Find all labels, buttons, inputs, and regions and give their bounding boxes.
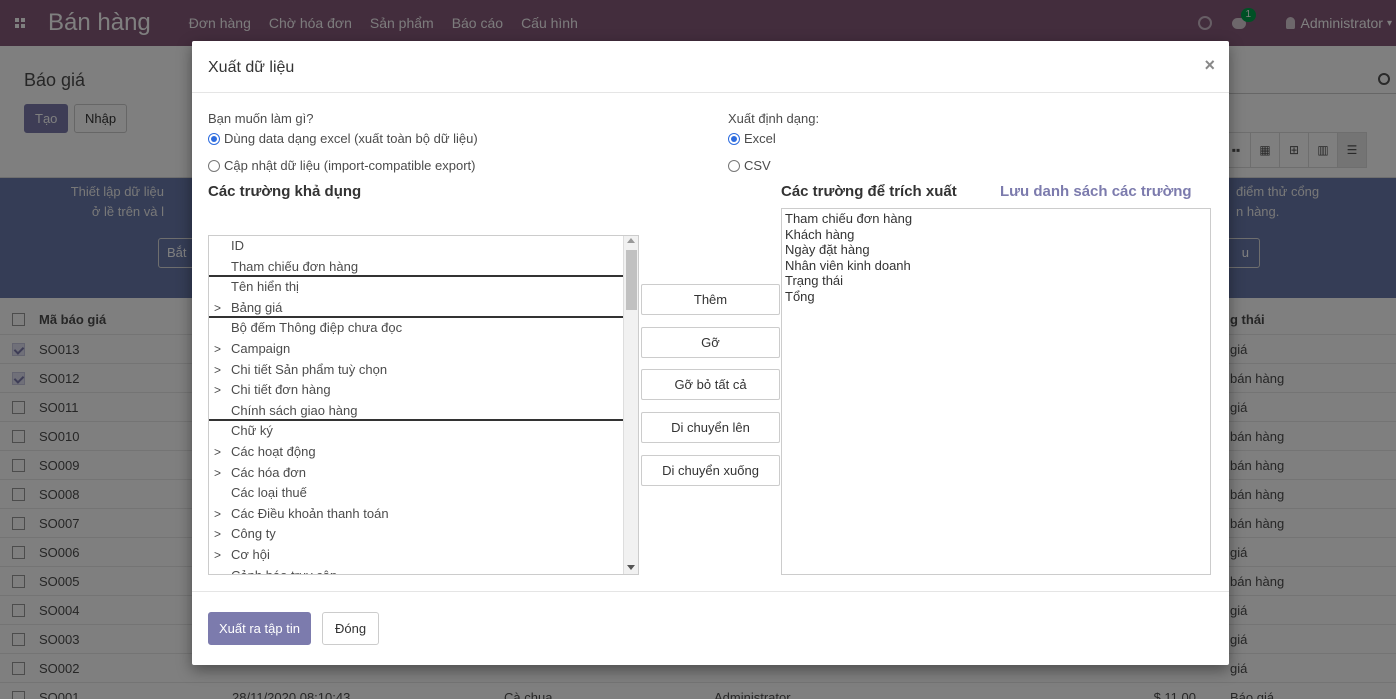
close-button[interactable]: Đóng [322, 612, 380, 645]
field-label: Các loại thuế [231, 485, 307, 501]
field-label: Chi tiết Sản phẩm tuỳ chọn [231, 361, 388, 377]
move-up-button[interactable]: Di chuyển lên [641, 412, 780, 443]
field-label: Cảnh báo truy cập [231, 567, 338, 575]
chevron-right-icon[interactable]: > [214, 380, 221, 401]
chevron-right-icon[interactable]: > [214, 442, 221, 463]
field-label: Chính sách giao hàng [231, 402, 358, 418]
list-item[interactable]: Bộ đếm Thông điệp chưa đọc [209, 318, 623, 339]
available-fields-list[interactable]: ID Tham chiếu đơn hàng Tên hiển thị > Bảng g… [208, 235, 639, 575]
field-label: Các Điều khoản thanh toán [231, 505, 389, 521]
radio-button[interactable] [728, 159, 740, 172]
scrollbar[interactable] [623, 236, 638, 574]
export-fields-list[interactable]: Tham chiếu đơn hàng Khách hàng Ngày đặt hà… [781, 208, 1211, 575]
field-label: Công ty [231, 526, 276, 542]
list-item[interactable]: Các loại thuế [209, 483, 623, 504]
remove-all-button[interactable]: Gỡ bỏ tất cả [641, 369, 780, 400]
field-label: Bộ đếm Thông điệp chưa đọc [231, 320, 403, 336]
scroll-thumb[interactable] [626, 250, 637, 310]
available-fields-title: Các trường khả dụng [208, 183, 362, 200]
list-item[interactable]: Nhân viên kinh doanh [785, 258, 1207, 274]
list-item[interactable]: Tham chiếu đơn hàng [209, 257, 623, 278]
field-label: ID [231, 238, 244, 253]
chevron-right-icon[interactable]: > [214, 504, 221, 525]
export-to-file-button[interactable]: Xuất ra tập tin [208, 612, 311, 645]
field-label: Campaign [231, 340, 291, 356]
remove-field-button[interactable]: Gỡ [641, 327, 780, 358]
list-item[interactable]: > Chi tiết đơn hàng [209, 380, 623, 401]
chevron-right-icon[interactable]: > [214, 339, 221, 360]
list-item[interactable]: > Các hoạt động [209, 442, 623, 463]
field-label: Tên hiển thị [231, 279, 299, 295]
chevron-right-icon[interactable]: > [214, 298, 221, 319]
field-label: Các hoạt động [231, 443, 316, 459]
field-label: Chữ ký [231, 423, 273, 439]
close-icon[interactable]: × [1204, 55, 1215, 76]
list-item[interactable]: > Các hóa đơn [209, 463, 623, 484]
modal-title: Xuất dữ liệu [208, 59, 295, 76]
scroll-up-icon[interactable] [627, 238, 635, 243]
chevron-right-icon[interactable]: > [214, 545, 221, 566]
modal-footer: Xuất ra tập tin Đóng [192, 591, 1229, 665]
move-down-button[interactable]: Di chuyển xuống [641, 455, 780, 486]
list-item[interactable]: > Chi tiết Sản phẩm tuỳ chọn [209, 360, 623, 381]
radio-button[interactable] [208, 132, 220, 145]
field-label: Chi tiết đơn hàng [231, 382, 331, 398]
radio-excel-data[interactable]: Dùng data dạng excel (xuất toàn bộ dữ li… [208, 131, 478, 146]
chevron-right-icon[interactable]: > [214, 360, 221, 381]
export-question: Bạn muốn làm gì? [208, 111, 314, 126]
list-item[interactable]: > Bảng giá [209, 298, 623, 319]
list-item[interactable]: Tên hiển thị [209, 277, 623, 298]
radio-button[interactable] [208, 159, 220, 172]
export-data-dialog: Xuất dữ liệu × Bạn muốn làm gì? Dùng dat… [192, 41, 1229, 665]
format-label: Xuất định dạng: [728, 111, 820, 126]
radio-button[interactable] [728, 132, 740, 145]
list-item[interactable]: Chữ ký [209, 421, 623, 442]
list-item[interactable]: > Campaign [209, 339, 623, 360]
list-item[interactable]: ID [209, 236, 623, 257]
list-item[interactable]: Chính sách giao hàng [209, 401, 623, 422]
field-label: Cơ hội [231, 546, 270, 562]
save-field-list-link[interactable]: Lưu danh sách các trường [1000, 183, 1192, 200]
export-fields-title: Các trường để trích xuất [781, 183, 957, 200]
scroll-down-icon[interactable] [627, 565, 635, 570]
list-item[interactable]: Trạng thái [785, 273, 1207, 289]
list-item[interactable]: Tham chiếu đơn hàng [785, 211, 1207, 227]
field-label: Tham chiếu đơn hàng [231, 258, 359, 274]
radio-format-csv[interactable]: CSV [728, 158, 771, 173]
list-item[interactable]: Ngày đặt hàng [785, 242, 1207, 258]
list-item[interactable]: > Cơ hội [209, 545, 623, 566]
radio-import-compatible[interactable]: Cập nhật dữ liệu (import-compatible expo… [208, 158, 475, 173]
chevron-right-icon[interactable]: > [214, 463, 221, 484]
chevron-right-icon[interactable]: > [214, 524, 221, 545]
list-item[interactable]: Tổng [785, 289, 1207, 305]
list-item[interactable]: Khách hàng [785, 227, 1207, 243]
modal-header: Xuất dữ liệu × [192, 41, 1229, 93]
field-label: Các hóa đơn [231, 464, 307, 480]
list-item[interactable]: > Công ty [209, 524, 623, 545]
field-label: Bảng giá [231, 299, 283, 315]
list-item[interactable]: Cảnh báo truy cập [209, 566, 623, 575]
radio-format-excel[interactable]: Excel [728, 131, 776, 146]
add-field-button[interactable]: Thêm [641, 284, 780, 315]
list-item[interactable]: > Các Điều khoản thanh toán [209, 504, 623, 525]
